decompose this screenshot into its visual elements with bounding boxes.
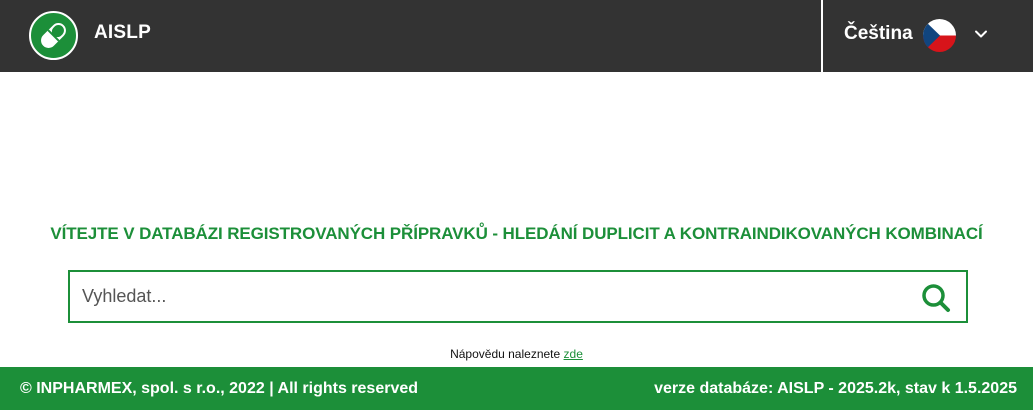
search-box — [68, 270, 968, 323]
footer-version: verze databáze: AISLP - 2025.2k, stav k … — [654, 380, 1017, 397]
language-label: Čeština — [844, 23, 913, 44]
search-icon[interactable] — [920, 282, 952, 314]
language-selector[interactable]: Čeština — [823, 0, 1033, 72]
help-text: Nápovědu naleznete zde — [0, 347, 1033, 361]
search-input[interactable] — [82, 272, 902, 321]
czech-flag-icon — [923, 19, 956, 52]
chevron-down-icon[interactable] — [974, 27, 988, 41]
app-title[interactable]: AISLP — [94, 22, 151, 44]
pill-icon[interactable] — [29, 11, 78, 60]
help-link[interactable]: zde — [564, 347, 583, 361]
footer: © INPHARMEX, spol. s r.o., 2022 | All ri… — [0, 367, 1033, 410]
footer-copyright: © INPHARMEX, spol. s r.o., 2022 | All ri… — [20, 380, 419, 397]
welcome-heading: VÍTEJTE V DATABÁZI REGISTROVANÝCH PŘÍPRA… — [50, 224, 983, 243]
help-label: Nápovědu naleznete — [450, 347, 561, 361]
top-header: AISLP Čeština — [0, 0, 1033, 72]
